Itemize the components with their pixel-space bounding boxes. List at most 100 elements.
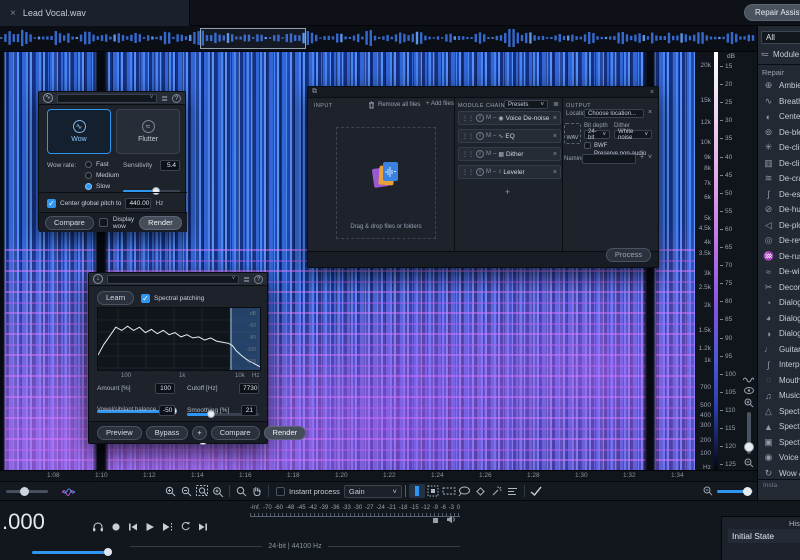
rate-option-fast[interactable]: Fast: [85, 161, 119, 168]
sidebar-module-item[interactable]: ◁ De-plosive: [758, 218, 800, 234]
bypass-icon[interactable]: i: [476, 168, 484, 176]
bypass-plus-button[interactable]: +: [192, 425, 207, 440]
repair-assistant-button[interactable]: Repair Assistant: [744, 4, 800, 21]
previous-button[interactable]: [128, 522, 138, 532]
bypass-icon[interactable]: i: [476, 132, 484, 140]
vertical-zoom-knob[interactable]: [743, 442, 754, 452]
wav-format-badge[interactable]: WAV: [564, 123, 581, 144]
sidebar-module-item[interactable]: ◉ Voice De-noise: [758, 450, 800, 466]
preset-select[interactable]: ˅: [57, 93, 158, 103]
sidebar-module-item[interactable]: ◌ Mouth De-click: [758, 373, 800, 389]
collapse-icon[interactable]: –: [493, 115, 496, 121]
sidebar-module-item[interactable]: ʃ De-ess: [758, 187, 800, 203]
solo-icon[interactable]: M: [486, 115, 491, 121]
naming-menu-icon[interactable]: ˅: [648, 154, 652, 161]
center-pitch-checkbox[interactable]: ✓: [47, 199, 56, 208]
menu-icon[interactable]: ≣: [243, 275, 250, 284]
speaker-icon[interactable]: [446, 515, 456, 524]
chain-menu-icon[interactable]: ≣: [553, 100, 559, 108]
drag-handle-icon[interactable]: ⋮⋮: [462, 133, 474, 140]
meter-knob[interactable]: [433, 518, 438, 523]
horizontal-zoom-slider[interactable]: [717, 486, 753, 496]
spectrogram-waveform-blend-slider[interactable]: [6, 486, 48, 496]
sidebar-module-item[interactable]: ♩ Guitar De-noise: [758, 342, 800, 358]
bit-depth-select[interactable]: 24-bit ˅: [584, 129, 610, 141]
chain-module-row[interactable]: ⋮⋮ i M – ↕ Leveler ×: [458, 165, 561, 179]
spectral-patching-option[interactable]: ✓ Spectral patching: [141, 294, 204, 303]
overview-selection[interactable]: [200, 28, 306, 49]
zoom-in-vertical-icon[interactable]: [744, 398, 754, 408]
vertical-zoom-slider[interactable]: [743, 412, 754, 454]
time-selection-tool[interactable]: [408, 484, 425, 498]
sidebar-module-item[interactable]: ▣ Spectral Repair: [758, 435, 800, 451]
radio-slow[interactable]: [85, 183, 92, 190]
time-frequency-selection-tool[interactable]: [425, 484, 441, 498]
sidebar-module-item[interactable]: ⊘ De-hum: [758, 202, 800, 218]
drag-handle-icon[interactable]: ⋮⋮: [462, 169, 474, 176]
loop-button[interactable]: [180, 521, 191, 532]
vowel-value[interactable]: -50: [159, 405, 175, 416]
brush-tool[interactable]: [473, 484, 489, 498]
noise-profile-graph[interactable]: dB -60 -80 -100 -120: [97, 307, 261, 371]
radio-medium[interactable]: [85, 172, 92, 179]
remove-module-icon[interactable]: ×: [553, 169, 557, 176]
spectrogram-settings-icon[interactable]: [743, 375, 754, 383]
bwf-option[interactable]: BWF: [584, 142, 607, 149]
location-select[interactable]: Choose location...: [584, 109, 644, 118]
sidebar-module-item[interactable]: ∫ Interpolate: [758, 357, 800, 373]
gain-select[interactable]: Gain ˅: [343, 484, 402, 498]
sidebar-module-item[interactable]: ◔ Dialogue Contour: [758, 295, 800, 311]
collapse-icon[interactable]: –: [493, 169, 496, 175]
sidebar-module-item[interactable]: ⊚ De-bleed: [758, 125, 800, 141]
add-module-button[interactable]: +: [505, 187, 510, 197]
learn-button[interactable]: Learn: [97, 291, 135, 305]
chain-module-row[interactable]: ⋮⋮ i M – ∿ EQ ×: [458, 129, 561, 143]
cutoff-value[interactable]: 7730: [239, 383, 259, 394]
zoom-in-icon[interactable]: [162, 484, 178, 498]
amplitude-colorbar[interactable]: [714, 52, 718, 470]
naming-input[interactable]: [582, 154, 636, 164]
radio-fast[interactable]: [85, 161, 92, 168]
record-button[interactable]: [111, 522, 121, 532]
bypass-icon[interactable]: i: [476, 114, 484, 122]
location-clear-icon[interactable]: ×: [648, 109, 652, 116]
amount-value[interactable]: 100: [155, 383, 175, 394]
tab-flutter[interactable]: ≈ Flutter: [116, 109, 180, 154]
play-button[interactable]: [145, 522, 155, 532]
solo-icon[interactable]: M: [486, 151, 491, 157]
marquee-selection-tool[interactable]: [441, 484, 457, 498]
process-button[interactable]: Process: [605, 248, 651, 262]
apply-check-icon[interactable]: [528, 484, 544, 498]
remove-module-icon[interactable]: ×: [553, 151, 557, 158]
chain-presets-select[interactable]: Presets ˅: [504, 100, 548, 109]
remove-all-files-button[interactable]: Remove all files: [368, 101, 420, 109]
instant-process-control[interactable]: Instant process: [276, 486, 340, 496]
module-filter-select[interactable]: All: [761, 31, 800, 44]
master-volume-knob[interactable]: [104, 548, 112, 556]
play-selection-button[interactable]: [162, 522, 173, 532]
collapse-icon[interactable]: –: [493, 133, 496, 139]
help-icon[interactable]: ?: [172, 93, 181, 103]
solo-icon[interactable]: M: [486, 133, 491, 139]
center-pitch-value[interactable]: 440.00: [125, 198, 152, 209]
sidebar-module-item[interactable]: ≈ De-wind: [758, 264, 800, 280]
spectrogram-blend-icon[interactable]: [60, 484, 76, 498]
tab-close-icon[interactable]: ×: [10, 8, 16, 19]
lasso-tool[interactable]: [457, 484, 473, 498]
display-wow-checkbox[interactable]: [98, 218, 108, 227]
zoom-out-vertical-icon[interactable]: [744, 458, 754, 468]
sidebar-module-item[interactable]: ✂ Deconstruct: [758, 280, 800, 296]
sidebar-module-item[interactable]: ♫ Music Rebalance: [758, 388, 800, 404]
sensitivity-value[interactable]: 5.4: [160, 160, 180, 171]
magnifier-tool-icon[interactable]: [233, 484, 249, 498]
sidebar-item-module-list[interactable]: ≔ Module List: [761, 48, 800, 61]
master-volume-slider[interactable]: [32, 551, 112, 554]
sidebar-module-item[interactable]: ▲ Spectral Recovery: [758, 419, 800, 435]
zoom-selection-icon[interactable]: [194, 484, 210, 498]
go-to-end-button[interactable]: [198, 522, 208, 532]
spectral-patching-checkbox[interactable]: ✓: [141, 294, 150, 303]
sidebar-module-item[interactable]: ◎ De-reverb: [758, 233, 800, 249]
render-button[interactable]: Render: [139, 215, 182, 230]
preview-button[interactable]: Preview: [97, 425, 142, 440]
instant-process-checkbox[interactable]: [276, 486, 285, 496]
